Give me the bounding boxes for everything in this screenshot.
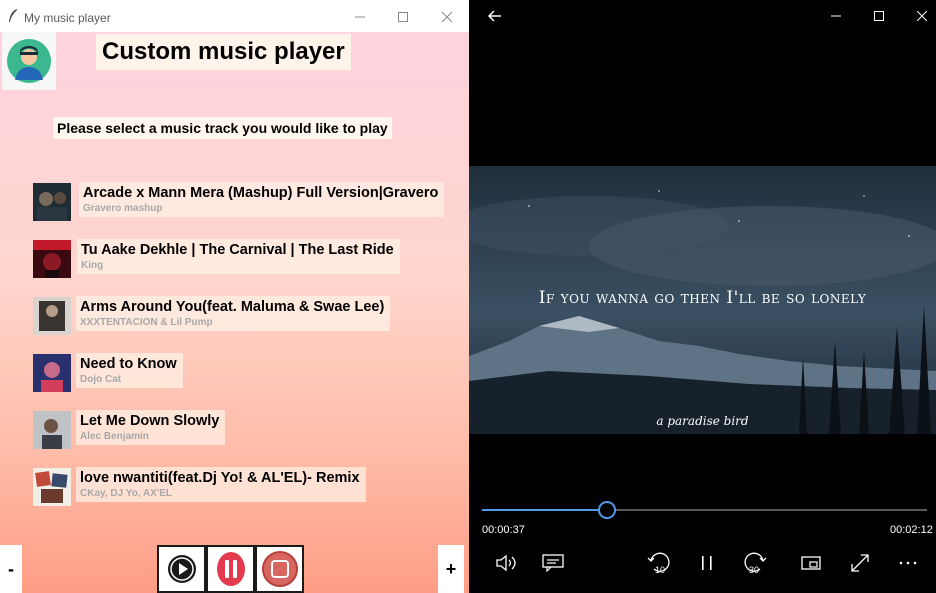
album-art (33, 240, 71, 278)
track-item[interactable]: love nwantiti(feat.Dj Yo! & AL'EL)- Remi… (33, 467, 393, 507)
track-info: Arms Around You(feat. Maluma & Swae Lee)… (76, 296, 391, 331)
album-art (33, 354, 71, 392)
back-arrow-icon (488, 10, 501, 22)
maximize-icon (398, 12, 408, 22)
mini-view-button[interactable] (799, 550, 825, 576)
fullscreen-button[interactable] (847, 550, 873, 576)
more-options-button[interactable] (895, 550, 921, 576)
total-time: 00:02:12 (890, 524, 933, 536)
seek-bar[interactable] (482, 501, 927, 519)
track-artist: King (81, 260, 104, 271)
avatar (2, 32, 56, 90)
track-title: Need to Know (80, 356, 177, 372)
track-info: Arcade x Mann Mera (Mashup) Full Version… (79, 182, 445, 217)
user-avatar-icon (7, 39, 51, 83)
maximize-icon (874, 11, 884, 21)
maximize-button[interactable] (867, 6, 891, 26)
track-item[interactable]: Arms Around You(feat. Maluma & Swae Lee)… (33, 296, 403, 336)
replay-10-icon: 10 (647, 552, 670, 575)
lyric-caption: If you wanna go then I'll be so lonely (538, 288, 867, 308)
album-art (33, 468, 71, 506)
stop-button[interactable] (255, 545, 304, 593)
maximize-button[interactable] (388, 6, 418, 28)
title-bar: My music player (0, 0, 469, 32)
pause-button[interactable] (206, 545, 255, 593)
skip-back-button[interactable]: 10 (646, 550, 672, 576)
close-button[interactable] (910, 6, 934, 26)
video-player-window: If you wanna go then I'll be so lonely a… (469, 0, 936, 593)
back-button[interactable] (483, 6, 507, 26)
volume-down-button[interactable]: - (0, 545, 22, 593)
play-icon (167, 555, 196, 583)
track-title: Arcade x Mann Mera (Mashup) Full Version… (83, 185, 439, 201)
track-item[interactable]: Need to Know Dojo Cat (33, 353, 193, 393)
forward-30-icon: 30 (744, 552, 767, 575)
track-artist: Gravero mashup (83, 203, 163, 214)
minimize-icon (831, 15, 841, 17)
play-button[interactable] (157, 545, 206, 593)
close-icon (442, 12, 452, 22)
track-artist: XXXTENTACION & Lil Pump (80, 317, 213, 328)
track-info: love nwantiti(feat.Dj Yo! & AL'EL)- Remi… (76, 467, 366, 502)
seek-bar-handle[interactable] (597, 501, 616, 519)
close-button[interactable] (432, 6, 462, 28)
app-title: Custom music player (96, 34, 351, 70)
control-bar: - + (0, 545, 469, 593)
skip-forward-button[interactable]: 30 (742, 550, 768, 576)
close-icon (917, 11, 927, 21)
pause-button[interactable] (694, 550, 720, 576)
volume-button[interactable] (493, 550, 519, 576)
track-artist: CKay, DJ Yo, AX'EL (80, 488, 173, 499)
album-art (33, 411, 71, 449)
track-info: Tu Aake Dekhle | The Carnival | The Last… (77, 239, 400, 274)
minimize-icon (355, 16, 365, 18)
track-title: Tu Aake Dekhle | The Carnival | The Last… (81, 242, 394, 258)
track-title: Let Me Down Slowly (80, 413, 220, 429)
track-info: Need to Know Dojo Cat (76, 353, 183, 388)
captions-icon (542, 554, 564, 572)
mini-view-icon (801, 556, 821, 570)
stop-icon (261, 551, 298, 587)
album-art (33, 297, 71, 335)
skip-back-label: 10 (655, 565, 665, 575)
track-info: Let Me Down Slowly Alec Benjamin (76, 410, 226, 445)
track-artist: Alec Benjamin (80, 431, 149, 442)
fullscreen-icon (851, 554, 869, 572)
track-item[interactable]: Arcade x Mann Mera (Mashup) Full Version… (33, 182, 458, 222)
seek-bar-fill (482, 509, 607, 511)
minimize-button[interactable] (345, 6, 375, 28)
pause-icon (216, 552, 245, 586)
minimize-button[interactable] (824, 6, 848, 26)
speaker-icon (496, 554, 516, 572)
volume-up-button[interactable]: + (438, 545, 464, 593)
track-item[interactable]: Let Me Down Slowly Alec Benjamin (33, 410, 238, 450)
window-title: My music player (24, 11, 111, 25)
music-player-window: My music player Custom music player Plea… (0, 0, 469, 593)
track-item[interactable]: Tu Aake Dekhle | The Carnival | The Last… (33, 239, 413, 279)
more-icon (899, 561, 917, 565)
video-credit: a paradise bird (656, 414, 749, 428)
track-title: Arms Around You(feat. Maluma & Swae Lee) (80, 299, 385, 315)
elapsed-time: 00:00:37 (482, 524, 525, 536)
select-prompt: Please select a music track you would li… (53, 117, 392, 139)
skip-forward-label: 30 (749, 565, 759, 575)
feather-icon (9, 9, 17, 22)
track-title: love nwantiti(feat.Dj Yo! & AL'EL)- Remi… (80, 470, 360, 486)
album-art (33, 183, 71, 221)
subtitles-button[interactable] (540, 550, 566, 576)
pause-icon (702, 556, 712, 570)
player-content: Custom music player Please select a musi… (0, 32, 469, 593)
track-artist: Dojo Cat (80, 374, 122, 385)
